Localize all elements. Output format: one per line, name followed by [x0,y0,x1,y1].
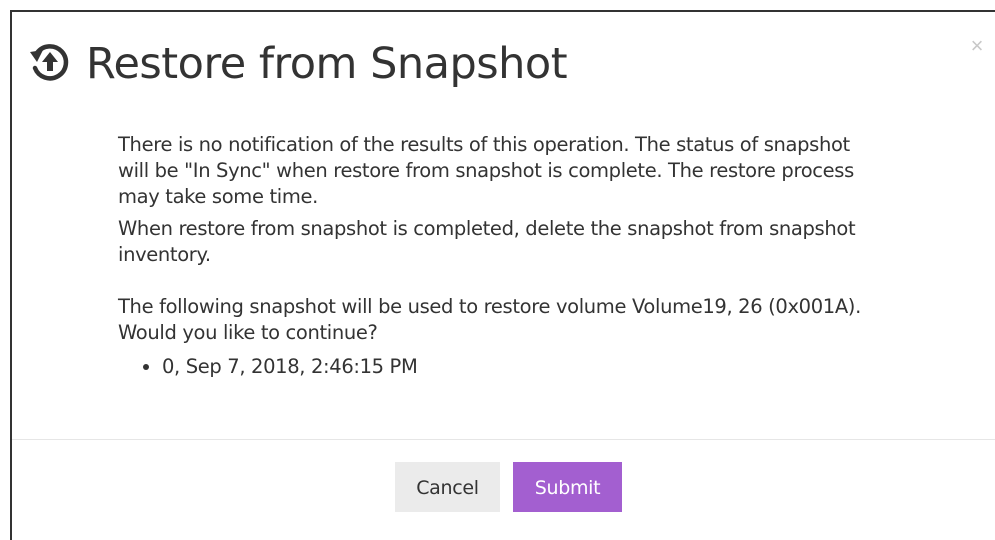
dialog-footer: Cancel Submit [12,462,995,514]
dialog-title: Restore from Snapshot [86,39,568,89]
submit-button[interactable]: Submit [513,462,622,512]
snapshot-list: 0, Sep 7, 2018, 2:46:15 PM [118,354,878,380]
info-paragraph: There is no notification of the results … [118,133,854,208]
cancel-button[interactable]: Cancel [395,462,500,512]
restore-history-icon [28,40,72,84]
snapshot-list-item: 0, Sep 7, 2018, 2:46:15 PM [162,354,878,380]
instruction-paragraph: When restore from snapshot is completed,… [118,217,856,266]
close-icon[interactable]: × [968,34,986,58]
dialog-header: Restore from Snapshot × [12,12,995,107]
confirmation-paragraph: The following snapshot will be used to r… [118,295,861,344]
dialog-body: There is no notification of the results … [118,132,878,380]
restore-snapshot-dialog: Restore from Snapshot × There is no noti… [10,10,995,540]
footer-divider [12,439,995,440]
